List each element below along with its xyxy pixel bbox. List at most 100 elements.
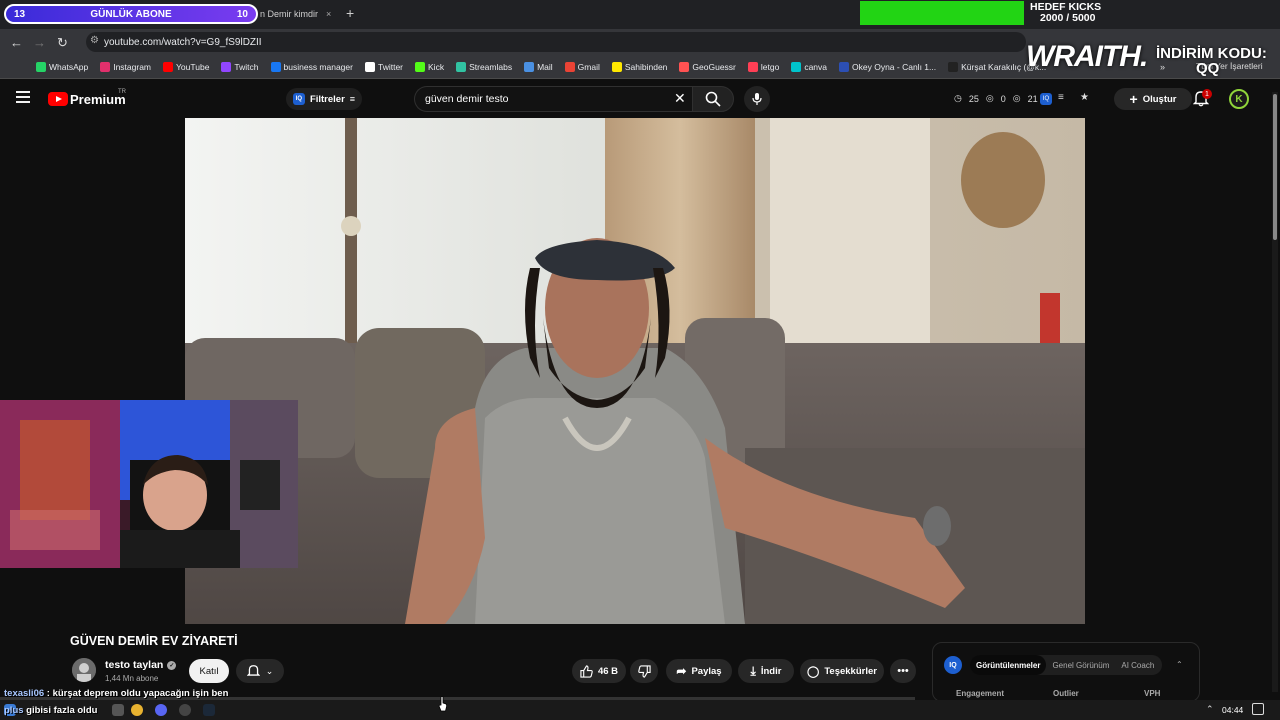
list-icon[interactable]: ≡ [1058, 92, 1064, 103]
site-info-icon[interactable]: ⚙ [90, 35, 99, 46]
subscriber-count: 1,44 Mn abone [105, 674, 159, 683]
vidiq-menu-icon[interactable]: IQ [1040, 92, 1052, 105]
discord-icon[interactable] [155, 704, 167, 716]
search-icon [705, 91, 721, 107]
clock-icon: ◷ [954, 93, 962, 103]
bookmark-favicon-icon [524, 61, 535, 72]
obs-icon[interactable] [179, 704, 191, 716]
notification-count-badge: 1 [1202, 89, 1212, 99]
bookmark-label: Twitter [377, 61, 404, 72]
chat-message: plus gibisi fazla oldu [4, 705, 97, 716]
bookmark-favicon-icon [163, 61, 174, 72]
more-actions-button[interactable]: ••• [890, 659, 916, 683]
subscription-bell-button[interactable]: ⌄ [236, 659, 284, 683]
scrollbar-thumb[interactable] [1273, 94, 1277, 240]
download-icon: ⤓ [750, 663, 756, 678]
account-avatar[interactable]: K [1229, 89, 1249, 109]
bookmark-item[interactable]: letgo [747, 61, 779, 72]
vidiq-tab-views[interactable]: Görüntülenmeler [970, 655, 1047, 675]
back-icon[interactable]: ← [10, 35, 23, 50]
guide-menu-icon[interactable] [16, 91, 30, 103]
kicks-goal-progress: 2000 / 5000 [1040, 12, 1096, 24]
notification-center-icon[interactable] [1252, 703, 1264, 715]
tab-close-icon[interactable]: × [326, 9, 331, 19]
stat-2: 0 [1000, 93, 1006, 104]
eye-icon: ◎ [1012, 93, 1021, 103]
bookmark-label: Streamlabs [469, 61, 513, 72]
bookmark-favicon-icon [791, 61, 802, 72]
share-button[interactable]: ➦ Paylaş [666, 659, 732, 683]
kicks-goal-bar [860, 1, 1024, 25]
bookmark-favicon-icon [839, 61, 850, 72]
bookmark-item[interactable]: Streamlabs [456, 61, 513, 72]
create-label: Oluştur [1142, 93, 1177, 105]
bookmark-item[interactable]: Twitter [364, 61, 404, 72]
search-input[interactable]: güven demir testo [414, 86, 692, 112]
thanks-button[interactable]: ◯ Teşekkürler [800, 659, 884, 683]
bookmark-item[interactable]: Twitch [221, 61, 259, 72]
reload-icon[interactable]: ↻ [57, 35, 68, 51]
share-icon: ➦ [676, 664, 687, 678]
chat-username: plus [4, 705, 24, 716]
sliders-icon: ≡ [349, 94, 356, 104]
bookmark-item[interactable]: Kick [415, 61, 444, 72]
vidiq-tab-overview[interactable]: Genel Görünüm [1046, 655, 1115, 675]
youtube-logo-icon[interactable] [48, 92, 68, 106]
filters-button[interactable]: IQ Filtreler ≡ [286, 88, 362, 110]
bookmark-item[interactable]: Okey Oyna - Canlı 1... [839, 61, 936, 72]
sponsor-discount: İNDİRİM KODU: QQ [1156, 46, 1267, 76]
bookmark-item[interactable]: business manager [270, 61, 353, 72]
bookmark-item[interactable]: GeoGuessr [679, 61, 736, 72]
tray-chevron-icon[interactable]: ⌃ [1206, 704, 1214, 715]
forward-icon[interactable]: → [33, 35, 46, 50]
chrome-icon[interactable] [131, 704, 143, 716]
join-button[interactable]: Katıl [189, 659, 229, 683]
steam-icon[interactable] [203, 704, 215, 716]
bookmark-label: Gmail [577, 61, 600, 72]
bookmark-favicon-icon [36, 61, 46, 72]
bookmark-item[interactable]: Instagram [100, 61, 151, 72]
like-button[interactable]: 46 B [572, 659, 626, 683]
trophy-icon[interactable]: ★ [1080, 92, 1089, 103]
bookmark-label: business manager [283, 61, 353, 72]
clear-search-icon[interactable]: ✕ [674, 90, 686, 107]
download-label: İndir [760, 665, 782, 677]
sponsor-logo: WRAITH. [1026, 40, 1148, 73]
bookmark-favicon-icon [100, 61, 111, 72]
bookmark-item[interactable]: Mail [524, 61, 553, 72]
stat-3: 21 [1027, 93, 1038, 104]
taskbar-app-icon[interactable] [112, 704, 124, 716]
bookmark-item[interactable]: YouTube [163, 61, 209, 72]
chat-message: texasli06 : kürşat deprem oldu yapacağın… [4, 688, 228, 699]
voice-search-button[interactable] [744, 86, 770, 112]
bookmark-item[interactable]: canva [791, 61, 827, 72]
url-field[interactable]: ⚙ youtube.com/watch?v=G9_fS9lDZII [86, 32, 1026, 52]
vidiq-tab-ai-coach[interactable]: AI Coach [1115, 655, 1160, 675]
bookmark-favicon-icon [747, 61, 758, 72]
bookmark-item[interactable]: WhatsApp [36, 61, 88, 72]
browser-tab[interactable]: n Demir kimdir × [258, 3, 338, 25]
bookmark-favicon-icon [611, 61, 622, 72]
region-code: TR [118, 89, 126, 95]
bookmark-item[interactable]: Gmail [564, 61, 600, 72]
url-text: youtube.com/watch?v=G9_fS9lDZII [104, 36, 262, 48]
chevron-up-icon[interactable]: ⌃ [1176, 660, 1183, 669]
create-button[interactable]: + Oluştur [1114, 88, 1192, 110]
bookmark-item[interactable]: Sahibinden [611, 61, 667, 72]
new-tab-button[interactable]: + [346, 5, 354, 21]
video-player[interactable] [185, 118, 1085, 624]
plus-icon: + [1129, 91, 1138, 107]
thumbs-down-icon [637, 664, 651, 678]
bookmark-label: GeoGuessr [692, 61, 736, 72]
channel-name[interactable]: testo taylan ✓ [105, 659, 177, 671]
microphone-icon [752, 93, 762, 105]
download-button[interactable]: ⤓ İndir [738, 659, 794, 683]
thumbs-up-icon [580, 664, 593, 678]
bookmark-favicon-icon [948, 61, 959, 72]
dislike-button[interactable] [630, 659, 658, 683]
share-label: Paylaş [691, 665, 722, 677]
channel-avatar[interactable] [72, 658, 96, 682]
vidiq-logo-icon: IQ [944, 656, 962, 674]
search-button[interactable] [692, 86, 734, 112]
vidiq-col-outlier: Outlier [1053, 689, 1079, 698]
